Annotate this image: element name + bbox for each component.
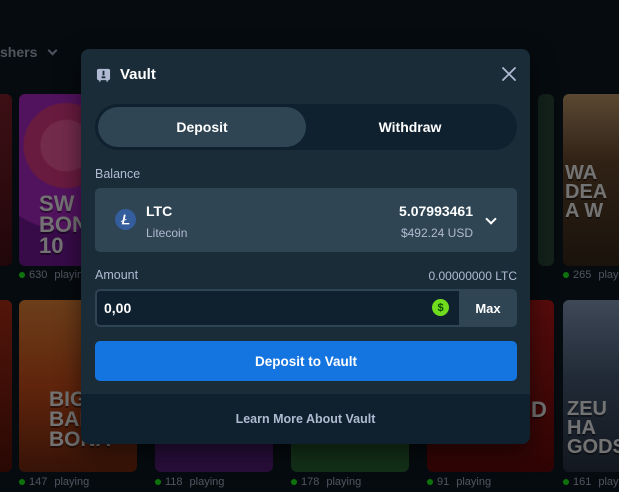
amount-row: $ Max bbox=[95, 289, 517, 327]
deposit-to-vault-button[interactable]: Deposit to Vault bbox=[95, 341, 517, 381]
amount-label: Amount bbox=[95, 268, 139, 282]
currency-balance: 5.07993461 bbox=[399, 203, 473, 219]
tab-deposit[interactable]: Deposit bbox=[98, 107, 306, 147]
learn-more-link[interactable]: Learn More About Vault bbox=[236, 412, 376, 426]
amount-field-wrapper: $ bbox=[95, 289, 459, 327]
currency-name: Litecoin bbox=[146, 226, 188, 240]
modal-header: Vault bbox=[81, 49, 530, 99]
max-button[interactable]: Max bbox=[459, 289, 517, 327]
close-icon[interactable] bbox=[501, 66, 517, 82]
vault-tabs: Deposit Withdraw bbox=[95, 104, 517, 150]
balance-label: Balance bbox=[95, 167, 141, 181]
vault-icon bbox=[96, 68, 111, 82]
amount-input[interactable] bbox=[97, 291, 459, 325]
tab-withdraw[interactable]: Withdraw bbox=[306, 107, 514, 147]
currency-code: LTC bbox=[146, 203, 173, 219]
currency-usd-value: $492.24 USD bbox=[400, 226, 473, 240]
modal-title: Vault bbox=[120, 66, 156, 83]
modal-footer: Learn More About Vault bbox=[81, 394, 530, 444]
chevron-down-icon bbox=[485, 213, 497, 225]
vault-modal: Vault Deposit Withdraw Balance LTC Litec… bbox=[81, 49, 530, 444]
currency-select[interactable]: LTC Litecoin 5.07993461 $492.24 USD bbox=[95, 188, 517, 252]
litecoin-icon bbox=[115, 209, 136, 230]
dollar-icon: $ bbox=[432, 299, 449, 316]
amount-crypto-value: 0.00000000 LTC bbox=[428, 269, 517, 283]
